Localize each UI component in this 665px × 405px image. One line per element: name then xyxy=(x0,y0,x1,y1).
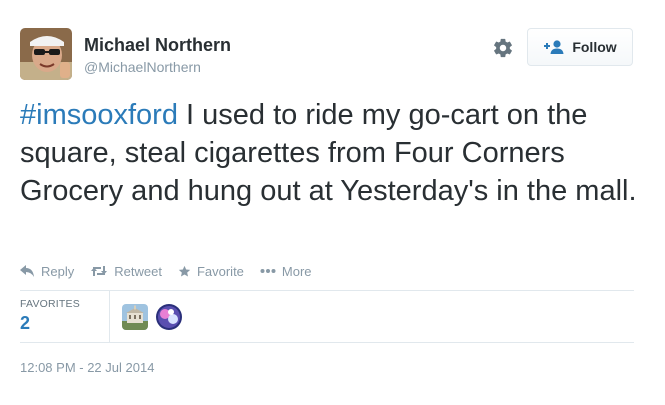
user-avatar-photo-icon xyxy=(20,28,72,80)
favorites-count[interactable]: 2 xyxy=(20,313,30,334)
add-user-icon xyxy=(543,39,565,55)
tweet-actions: Reply Retweet Favorite More xyxy=(20,262,312,280)
retweet-icon xyxy=(91,266,108,276)
more-label: More xyxy=(281,263,312,279)
author-name[interactable]: Michael Northern xyxy=(84,35,231,56)
follow-label: Follow xyxy=(572,39,617,55)
favorite-label: Favorite xyxy=(196,263,244,279)
favorites-label: FAVORITES xyxy=(20,298,80,310)
hashtag-link[interactable]: #imsooxford xyxy=(20,99,178,131)
favorite-button[interactable]: Favorite xyxy=(178,264,244,279)
retweet-button[interactable]: Retweet xyxy=(90,264,162,279)
retweet-label: Retweet xyxy=(114,263,162,279)
reply-label: Reply xyxy=(41,263,75,279)
divider-bottom xyxy=(20,342,634,343)
reply-icon xyxy=(20,265,34,277)
tweet-timestamp[interactable]: 12:08 PM - 22 Jul 2014 xyxy=(20,360,154,375)
tweet-text: #imsooxford I used to ride my go-cart on… xyxy=(20,96,640,210)
more-button[interactable]: More xyxy=(260,264,312,279)
favoriter-avatar[interactable] xyxy=(156,304,182,330)
gear-icon[interactable] xyxy=(492,37,514,59)
divider-top xyxy=(20,290,634,291)
star-icon xyxy=(178,265,191,277)
stats-divider xyxy=(109,291,110,342)
author-avatar[interactable] xyxy=(20,28,72,80)
favoriter-avatar[interactable] xyxy=(122,304,148,330)
author-handle[interactable]: @MichaelNorthern xyxy=(84,59,201,75)
reply-button[interactable]: Reply xyxy=(20,264,74,279)
more-dots-icon xyxy=(260,269,276,273)
follow-button[interactable]: Follow xyxy=(527,28,633,66)
